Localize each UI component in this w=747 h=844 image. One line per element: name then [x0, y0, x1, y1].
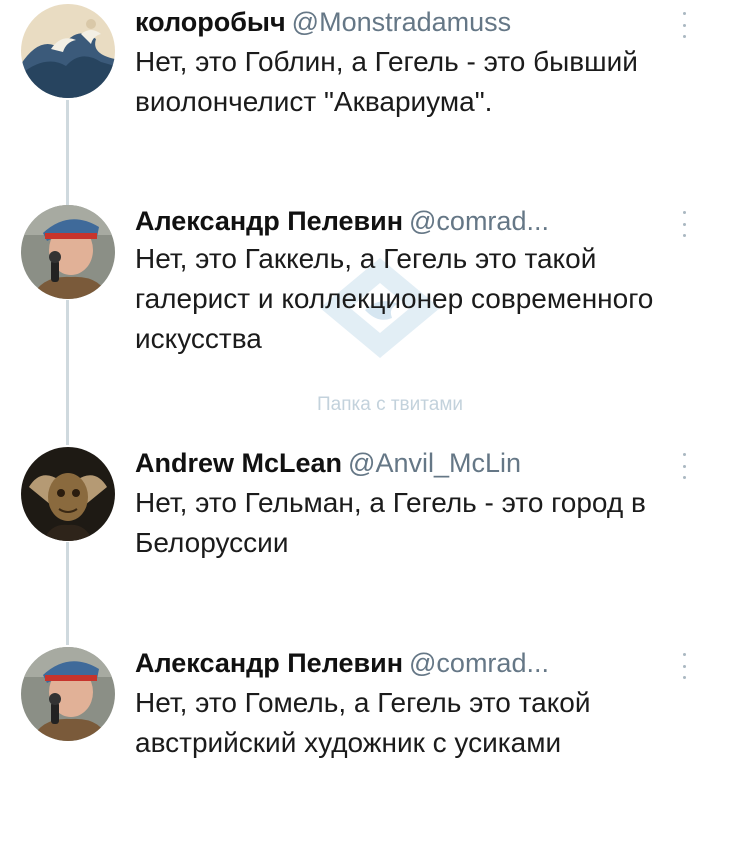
great-wave-avatar [21, 4, 115, 98]
author-handle[interactable]: @Anvil_McLin [348, 448, 521, 478]
author-name[interactable]: Александр Пелевин [135, 206, 403, 236]
tweet-text: Нет, это Гаккель, а Гегель это такой гал… [135, 243, 654, 354]
author-name[interactable]: Andrew McLean [135, 448, 342, 478]
more-options-icon[interactable] [680, 653, 688, 679]
avatar[interactable] [21, 205, 115, 299]
thread-connector [66, 100, 69, 205]
more-options-icon[interactable] [680, 453, 688, 479]
thread-connector [66, 542, 69, 645]
author-handle[interactable]: @comrad... [409, 648, 549, 678]
author-name[interactable]: Александр Пелевин [135, 648, 403, 678]
soldier-microphone-avatar [21, 205, 115, 299]
tweet-text: Нет, это Гельман, а Гегель - это город в… [135, 487, 646, 558]
more-options-icon[interactable] [680, 12, 688, 38]
soldier-microphone-avatar [21, 647, 115, 741]
thread-connector [66, 300, 69, 445]
tweet-text: Нет, это Гоблин, а Гегель - это бывший в… [135, 46, 638, 117]
author-name[interactable]: колоробыч [135, 7, 286, 37]
avatar[interactable] [21, 447, 115, 541]
author-handle[interactable]: @Monstradamuss [292, 7, 511, 37]
owl-figure-avatar [21, 447, 115, 541]
author-handle[interactable]: @comrad... [409, 206, 549, 236]
avatar[interactable] [21, 647, 115, 741]
watermark-text: Папка с твитами [316, 394, 463, 415]
tweet-text: Нет, это Гомель, а Гегель это такой авст… [135, 687, 591, 758]
avatar[interactable] [21, 4, 115, 98]
more-options-icon[interactable] [680, 211, 688, 237]
